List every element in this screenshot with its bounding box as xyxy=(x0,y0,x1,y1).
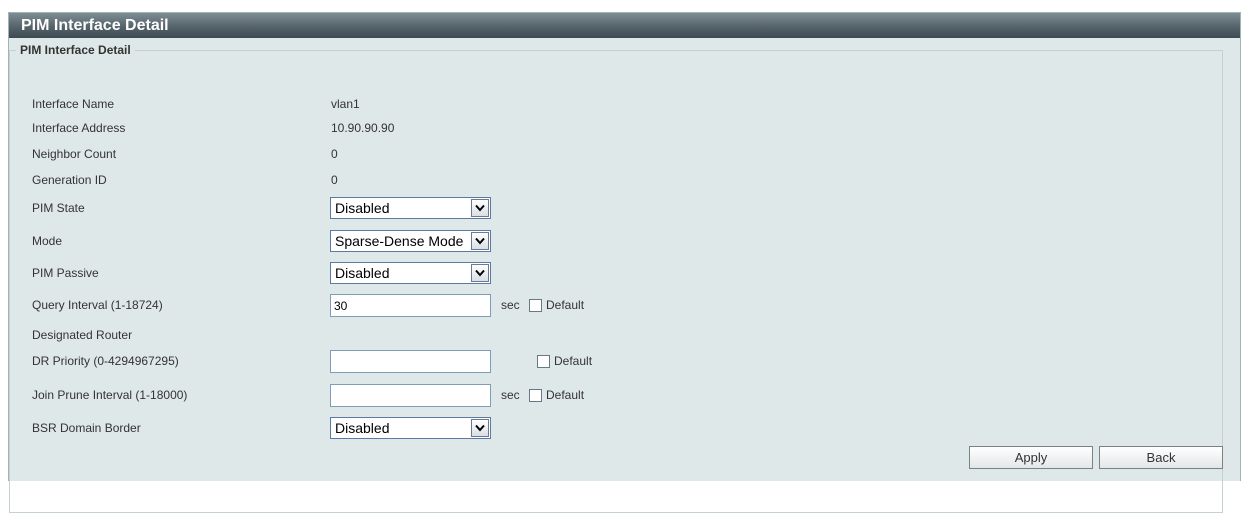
pim-state-label: PIM State xyxy=(32,201,85,215)
pim-passive-select[interactable]: Disabled xyxy=(330,262,491,284)
fieldset-legend: PIM Interface Detail xyxy=(20,43,131,57)
dr-priority-default-label: Default xyxy=(554,354,593,368)
query-interval-unit: sec xyxy=(501,298,520,312)
chevron-down-icon[interactable] xyxy=(471,232,489,250)
dr-priority-input[interactable] xyxy=(330,350,491,373)
bsr-domain-border-label: BSR Domain Border xyxy=(32,421,141,435)
query-interval-default-label: Default xyxy=(546,298,585,312)
interface-name-label: Interface Name xyxy=(32,97,115,111)
join-prune-interval-default-checkbox[interactable] xyxy=(529,389,542,402)
query-interval-default-checkbox[interactable] xyxy=(529,299,542,312)
dr-priority-label: DR Priority (0-4294967295) xyxy=(32,354,179,368)
apply-button[interactable]: Apply xyxy=(969,446,1093,469)
chevron-down-icon[interactable] xyxy=(471,199,489,217)
mode-selected: Sparse-Dense Mode xyxy=(335,233,463,249)
join-prune-interval-input[interactable] xyxy=(330,384,491,407)
pim-passive-selected: Disabled xyxy=(335,265,390,281)
neighbor-count-value: 0 xyxy=(331,147,338,161)
mode-label: Mode xyxy=(32,234,63,248)
interface-address-label: Interface Address xyxy=(32,121,126,135)
mode-select[interactable]: Sparse-Dense Mode xyxy=(330,230,491,252)
query-interval-label: Query Interval (1-18724) xyxy=(32,298,163,312)
pim-state-select[interactable]: Disabled xyxy=(330,197,491,219)
bsr-domain-border-selected: Disabled xyxy=(335,420,390,436)
chevron-down-icon[interactable] xyxy=(471,264,489,282)
query-interval-input[interactable] xyxy=(330,294,491,317)
page-title: PIM Interface Detail xyxy=(9,13,1240,38)
generation-id-label: Generation ID xyxy=(32,173,107,187)
join-prune-interval-unit: sec xyxy=(501,388,520,402)
pim-interface-detail-fieldset: PIM Interface Detail xyxy=(9,43,1223,513)
join-prune-interval-default-label: Default xyxy=(546,388,585,402)
join-prune-interval-label: Join Prune Interval (1-18000) xyxy=(32,388,188,402)
chevron-down-icon[interactable] xyxy=(471,419,489,437)
back-button[interactable]: Back xyxy=(1099,446,1223,469)
pim-state-selected: Disabled xyxy=(335,200,390,216)
designated-router-label: Designated Router xyxy=(32,328,133,342)
bsr-domain-border-select[interactable]: Disabled xyxy=(330,417,491,439)
pim-passive-label: PIM Passive xyxy=(32,266,99,280)
generation-id-value: 0 xyxy=(331,173,338,187)
dr-priority-default-checkbox[interactable] xyxy=(537,355,550,368)
interface-address-value: 10.90.90.90 xyxy=(331,121,395,135)
neighbor-count-label: Neighbor Count xyxy=(32,147,117,161)
interface-name-value: vlan1 xyxy=(331,97,360,111)
